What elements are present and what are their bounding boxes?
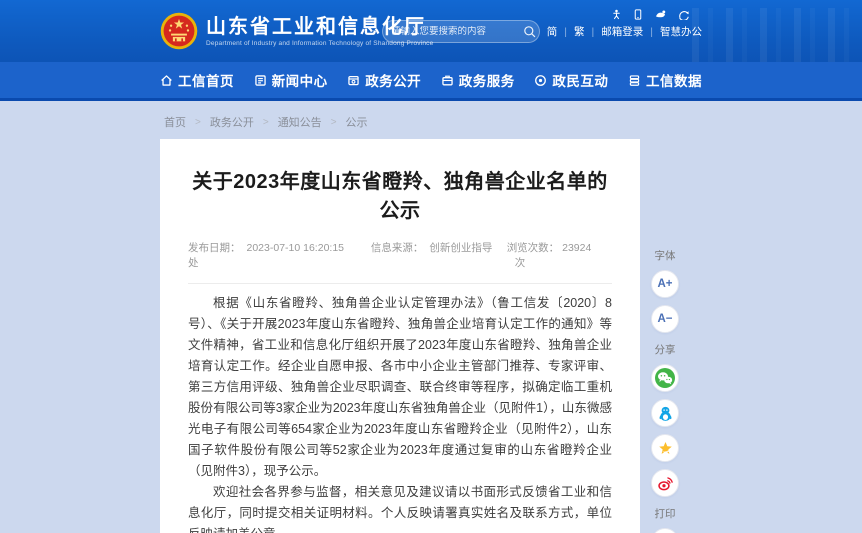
wechat-share-icon[interactable] [651, 364, 679, 392]
smart-service-icon[interactable] [678, 9, 690, 20]
nav-label: 政务服务 [459, 70, 515, 90]
font-size-label: 字体 [649, 248, 681, 263]
nav-item-interaction[interactable]: 政民互动 [534, 70, 608, 90]
nav-item-data[interactable]: 工信数据 [628, 70, 702, 90]
header-building-silhouette [692, 8, 862, 62]
home-icon [160, 74, 173, 87]
smart-office-link[interactable]: 智慧办公 [660, 24, 702, 39]
side-toolbar: 字体 A+ A− 分享 [649, 239, 681, 533]
search-icon[interactable] [523, 25, 536, 38]
header-quick-links: 简 | 繁 | 邮箱登录 | 智慧办公 [547, 24, 702, 39]
chevron-right-icon: > [331, 117, 337, 128]
qzone-share-icon[interactable] [651, 434, 679, 462]
national-emblem-icon [160, 12, 198, 50]
database-icon [628, 74, 641, 87]
nav-label: 新闻中心 [272, 70, 328, 90]
separator: | [650, 26, 653, 38]
views-label: 浏览次数： [507, 242, 560, 254]
mail-login-link[interactable]: 邮箱登录 [601, 24, 643, 39]
views-count: 23924 [562, 242, 591, 254]
target-icon [534, 74, 547, 87]
nav-item-gov-disclosure[interactable]: 政务公开 [347, 70, 421, 90]
source-label: 信息来源： [371, 242, 424, 254]
publish-date-value: 2023-07-10 16:20:15 [247, 242, 345, 254]
accessibility-icon[interactable] [611, 9, 622, 20]
print-icon[interactable] [651, 528, 679, 533]
page-title: 关于2023年度山东省瞪羚、独角兽企业名单的公示 [188, 165, 612, 223]
chevron-right-icon: > [263, 117, 269, 128]
mobile-version-icon[interactable] [633, 9, 643, 20]
separator: | [564, 26, 567, 38]
news-icon [254, 74, 267, 87]
site-header: 山东省工业和信息化厅 Department of Industry and In… [0, 0, 862, 62]
share-label: 分享 [649, 342, 681, 357]
qq-share-icon[interactable] [651, 399, 679, 427]
search-box[interactable] [382, 20, 540, 43]
nav-item-home[interactable]: 工信首页 [160, 70, 234, 90]
breadcrumb-home[interactable]: 首页 [164, 114, 186, 130]
nav-label: 政务公开 [365, 70, 421, 90]
nav-label: 政民互动 [552, 70, 608, 90]
paragraph: 根据《山东省瞪羚、独角兽企业认定管理办法》（鲁工信发〔2020〕8号）、《关于开… [188, 293, 612, 482]
nav-label: 工信数据 [646, 70, 702, 90]
breadcrumb-current: 公示 [346, 114, 368, 130]
nav-item-gov-services[interactable]: 政务服务 [441, 70, 515, 90]
article-meta: 发布日期：2023-07-10 16:20:15 信息来源：创新创业指导处 浏览… [188, 240, 612, 284]
print-label: 打印 [649, 506, 681, 521]
separator: | [592, 26, 595, 38]
weibo-share-icon[interactable] [651, 469, 679, 497]
font-decrease-button[interactable]: A− [651, 305, 679, 333]
briefcase-icon [441, 74, 454, 87]
nav-item-news[interactable]: 新闻中心 [254, 70, 328, 90]
article-card: 关于2023年度山东省瞪羚、独角兽企业名单的公示 发布日期： 2023-07-10… [160, 139, 640, 533]
paragraph: 欢迎社会各界参与监督，相关意见及建议请以书面形式反馈省工业和信息化厅，同时提交相… [188, 482, 612, 533]
nav-label: 工信首页 [178, 70, 234, 90]
font-increase-button[interactable]: A+ [651, 270, 679, 298]
breadcrumb-gov-disclosure[interactable]: 政务公开 [210, 114, 254, 130]
views-unit: 次 [515, 257, 526, 269]
sign-language-icon[interactable] [654, 9, 667, 20]
breadcrumb: 首页 > 政务公开 > 通知公告 > 公示 [160, 101, 702, 139]
document-icon [347, 74, 360, 87]
publish-date-label: 发布日期： [188, 242, 241, 254]
chevron-right-icon: > [195, 117, 201, 128]
lang-simplified-link[interactable]: 简 [547, 24, 558, 39]
primary-nav: 工信首页 新闻中心 政务公开 政务服务 政民互动 工信数据 [0, 62, 862, 101]
search-input[interactable] [391, 26, 523, 37]
breadcrumb-notices[interactable]: 通知公告 [278, 114, 322, 130]
lang-traditional-link[interactable]: 繁 [574, 24, 585, 39]
